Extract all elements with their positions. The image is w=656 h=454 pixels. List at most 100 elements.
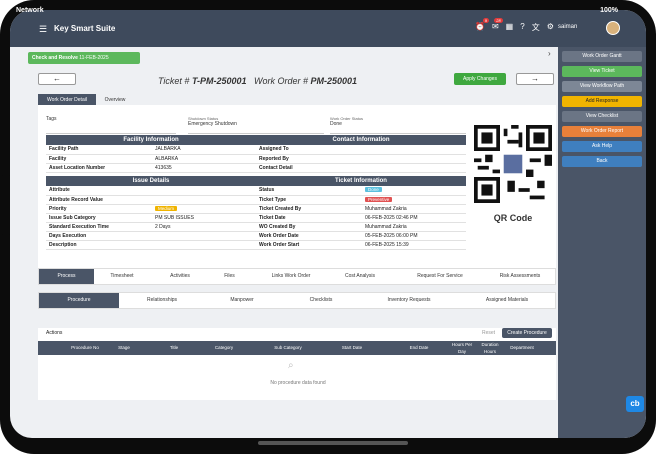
- wo-status-label: Work Order Status: [330, 116, 364, 121]
- chat-icon[interactable]: ✉ 28: [492, 18, 503, 33]
- reset-button[interactable]: Reset: [482, 330, 495, 336]
- apply-changes-button[interactable]: Apply Changes: [454, 73, 506, 85]
- table-row: Priority Medium: [46, 204, 256, 214]
- tab-assigned-materials[interactable]: Assigned Materials: [459, 293, 555, 308]
- wo-status-dropdown[interactable]: Work Order Status Done: [330, 116, 466, 134]
- tab-relationships[interactable]: Relationships: [123, 293, 201, 308]
- tab-procedure[interactable]: Procedure: [39, 293, 119, 308]
- grid-icon[interactable]: ▦: [506, 22, 514, 33]
- col-stage[interactable]: Stage: [110, 341, 138, 355]
- top-bar: ☰ Key Smart Suite ⏰ 9 ✉ 28 ▦ ? 文 ⚙ saiman: [10, 10, 646, 47]
- col-category[interactable]: Category: [208, 341, 240, 355]
- contact-header: Contact Information: [256, 135, 466, 145]
- row-label: Ticket Date: [256, 213, 362, 223]
- tab-process[interactable]: Process: [39, 269, 94, 284]
- view-checklist-button[interactable]: View Checklist: [562, 111, 642, 122]
- shutdown-dropdown[interactable]: Shutdown Status Emergency Shutdown: [188, 116, 324, 134]
- row-value: [152, 186, 256, 196]
- app-title: Key Smart Suite: [54, 24, 116, 33]
- process-tabs: Process Timesheet Activities Files Links…: [38, 268, 556, 285]
- tab-timesheet[interactable]: Timesheet: [97, 269, 147, 284]
- alert-banner: Check and Resolve 11-FEB-2025: [28, 52, 140, 64]
- col-title[interactable]: Title: [142, 341, 206, 355]
- wo-label: Work Order #: [254, 76, 309, 86]
- tab-activities[interactable]: Activities: [155, 269, 205, 284]
- add-response-button[interactable]: Add Response: [562, 96, 642, 107]
- tab-risk-assessments[interactable]: Risk Assessments: [487, 269, 553, 284]
- row-value: Muhammad Zakria: [362, 204, 466, 214]
- avatar[interactable]: [606, 21, 620, 35]
- badge: 9: [482, 18, 489, 23]
- wo-number: PM-250001: [310, 76, 358, 86]
- col-hours-per-day[interactable]: Hours Per Day: [449, 341, 475, 355]
- actions-menu[interactable]: Actions: [46, 330, 62, 336]
- facility-header: Facility Information: [46, 135, 256, 145]
- prev-button[interactable]: ←: [38, 73, 76, 85]
- row-label: Assigned To: [256, 145, 362, 155]
- tab-request-for-service[interactable]: Request For Service: [399, 269, 481, 284]
- status-bar: Network 100%: [0, 0, 636, 14]
- settings-icon[interactable]: ⚙: [547, 22, 554, 33]
- right-action-panel: Work Order Gantt View Ticket View Workfl…: [558, 47, 646, 438]
- table-row: Description: [46, 240, 256, 250]
- row-label: Days Execution: [46, 231, 152, 241]
- tab-checklists[interactable]: Checklists: [283, 293, 359, 308]
- help-icon[interactable]: ?: [520, 22, 524, 33]
- row-label: Facility Path: [46, 145, 152, 155]
- next-button[interactable]: →: [516, 73, 554, 85]
- priority-badge: Medium: [155, 205, 178, 211]
- col-end-date[interactable]: End Date: [396, 341, 442, 355]
- col-procedure-no[interactable]: Procedure No: [62, 341, 108, 355]
- collapse-panel-icon[interactable]: ›: [548, 49, 551, 58]
- tab-manpower[interactable]: Manpower: [205, 293, 279, 308]
- status-badge: Done: [365, 187, 382, 193]
- work-order-gantt-button[interactable]: Work Order Gantt: [562, 51, 642, 62]
- row-label: Asset Location Number: [46, 163, 152, 173]
- issue-table: Attribute Attribute Record Value Priorit…: [46, 186, 256, 250]
- table-row: Attribute Record Value: [46, 195, 256, 205]
- row-label: Ticket Created By: [256, 204, 362, 214]
- col-sub-category[interactable]: Sub Category: [266, 341, 310, 355]
- row-value: ALBARKA: [152, 154, 256, 164]
- work-order-report-button[interactable]: Work Order Report: [562, 126, 642, 137]
- home-indicator: [258, 441, 408, 445]
- row-value: [362, 163, 466, 173]
- row-value: [152, 231, 256, 241]
- table-row: Standard Execution Time 2 Days: [46, 222, 256, 232]
- row-value: 413635: [152, 163, 256, 173]
- tab-cost-analysis[interactable]: Cost Analysis: [329, 269, 391, 284]
- row-label: Ticket Type: [256, 195, 362, 205]
- row-label: WO Created By: [256, 222, 362, 232]
- create-procedure-button[interactable]: Create Procedure: [502, 328, 552, 338]
- ask-help-button[interactable]: Ask Help: [562, 141, 642, 152]
- view-ticket-button[interactable]: View Ticket: [562, 66, 642, 77]
- screen: ☰ Key Smart Suite ⏰ 9 ✉ 28 ▦ ? 文 ⚙ saiman …: [10, 10, 646, 438]
- back-button[interactable]: Back: [562, 156, 642, 167]
- col-duration-hours[interactable]: Duration Hours: [477, 341, 503, 355]
- row-label: Facility: [46, 154, 152, 164]
- tags-dropdown[interactable]: Tags: [46, 116, 176, 134]
- menu-icon[interactable]: ☰: [39, 24, 47, 35]
- row-value: JALBARKA: [152, 145, 256, 155]
- row-value: [152, 240, 256, 250]
- tab-inventory-requests[interactable]: Inventory Requests: [363, 293, 455, 308]
- translate-icon[interactable]: 文: [532, 22, 540, 33]
- table-row: Days Execution: [46, 231, 256, 241]
- wo-status-value: Done: [330, 121, 342, 127]
- chat-widget-button[interactable]: cb: [626, 396, 644, 412]
- table-row: Asset Location Number 413635: [46, 163, 256, 173]
- col-start-date[interactable]: Start Date: [328, 341, 376, 355]
- empty-state: No procedure data found: [270, 380, 326, 386]
- table-row: Ticket Type Preventive: [256, 195, 466, 205]
- tab-files[interactable]: Files: [207, 269, 252, 284]
- table-row: Issue Sub Category PM SUB ISSUES: [46, 213, 256, 223]
- table-row: Facility ALBARKA: [46, 154, 256, 164]
- col-department[interactable]: Department: [504, 341, 540, 355]
- table-row: Facility Path JALBARKA: [46, 145, 256, 155]
- view-workflow-path-button[interactable]: View Workflow Path: [562, 81, 642, 92]
- battery-status: 100%: [600, 7, 618, 14]
- tab-links-work-order[interactable]: Links Work Order: [257, 269, 325, 284]
- alarm-icon[interactable]: ⏰ 9: [475, 18, 489, 33]
- user-name[interactable]: saiman: [558, 24, 577, 30]
- network-status: Network: [16, 7, 44, 14]
